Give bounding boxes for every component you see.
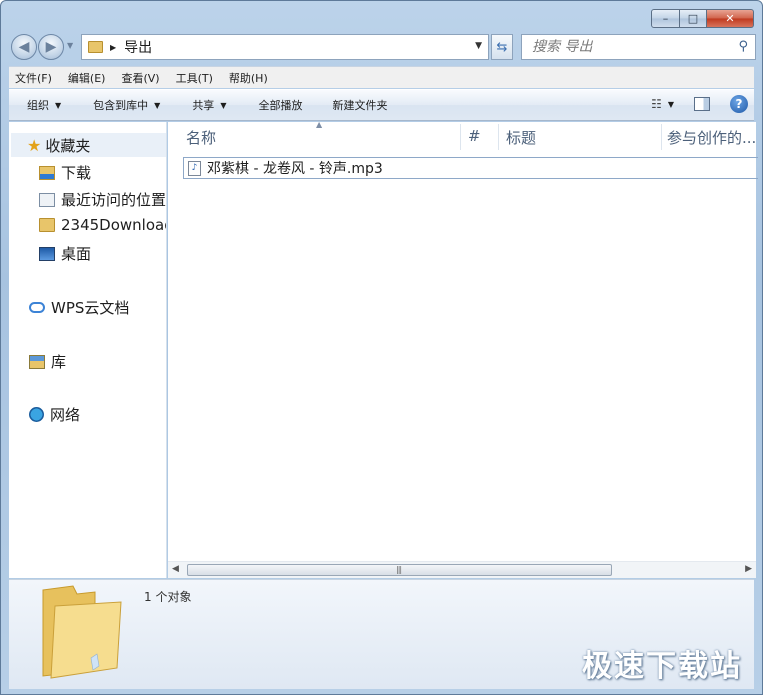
nav-favorites[interactable]: ★ 收藏夹 xyxy=(11,133,166,157)
address-dropdown-icon[interactable]: ▼ xyxy=(475,41,482,51)
network-icon xyxy=(29,407,44,422)
preview-pane-icon[interactable] xyxy=(694,97,710,111)
column-divider[interactable] xyxy=(498,124,499,150)
column-track-number[interactable]: # xyxy=(468,127,481,145)
menu-file[interactable]: 文件(F) xyxy=(15,70,52,86)
nav-wps-cloud[interactable]: WPS云文档 xyxy=(29,297,129,318)
folder-icon xyxy=(39,218,55,232)
nav-wps-label: WPS云文档 xyxy=(51,299,130,317)
library-icon xyxy=(29,354,45,369)
play-all-label: 全部播放 xyxy=(258,99,303,112)
nav-item-downloads[interactable]: 下载 xyxy=(39,162,91,183)
scrollbar-thumb[interactable]: ||| xyxy=(187,564,612,576)
nav-library[interactable]: 库 xyxy=(29,351,66,372)
refresh-button[interactable]: ⇆ xyxy=(491,34,513,60)
breadcrumb-current[interactable]: 导出 xyxy=(124,37,152,57)
nav-item-recent-places[interactable]: 最近访问的位置 xyxy=(39,189,166,210)
back-arrow-icon: ◀ xyxy=(18,39,30,55)
search-box[interactable]: ⚲ xyxy=(521,34,756,60)
large-folder-icon xyxy=(42,585,122,679)
scroll-right-icon[interactable]: ▶ xyxy=(745,564,752,574)
cloud-icon xyxy=(29,302,45,313)
navigation-pane: ★ 收藏夹 下载 最近访问的位置 2345Downloads 桌面 WPS云文档… xyxy=(9,122,167,578)
menu-tools[interactable]: 工具(T) xyxy=(176,70,213,86)
new-folder-button[interactable]: 新建文件夹 xyxy=(332,97,387,113)
column-name[interactable]: 名称 xyxy=(186,127,216,148)
nav-favorites-label: 收藏夹 xyxy=(45,136,91,155)
share-label: 共享 xyxy=(192,99,215,112)
refresh-icon: ⇆ xyxy=(496,39,508,55)
chevron-down-icon: ▼ xyxy=(154,100,161,110)
column-contributing-artists[interactable]: 参与创作的... xyxy=(667,127,756,148)
play-all-button[interactable]: 全部播放 xyxy=(258,97,302,113)
horizontal-scrollbar[interactable]: ◀ ||| ▶ xyxy=(168,561,756,578)
view-dropdown-icon[interactable]: ▼ xyxy=(668,100,674,109)
breadcrumb-arrow-icon[interactable]: ▶ xyxy=(110,43,116,52)
nav-item-label: 桌面 xyxy=(61,245,92,263)
recent-places-icon xyxy=(39,192,55,207)
menu-edit[interactable]: 编辑(E) xyxy=(68,70,106,86)
column-header: ▲ 名称 # 标题 参与创作的... xyxy=(168,120,756,152)
minimize-button[interactable]: – xyxy=(651,9,680,28)
command-bar-right: ☷ ▼ ? xyxy=(651,95,748,113)
maximize-button[interactable]: □ xyxy=(680,9,707,28)
status-item-count: 1 个对象 xyxy=(144,590,192,604)
grip-icon: ||| xyxy=(396,565,402,574)
search-icon[interactable]: ⚲ xyxy=(738,39,748,54)
column-divider[interactable] xyxy=(661,124,662,150)
chevron-down-icon: ▼ xyxy=(55,100,62,110)
nav-item-label: 最近访问的位置 xyxy=(61,191,167,209)
forward-button[interactable]: ▶ xyxy=(38,34,64,60)
audio-file-icon: ♪ xyxy=(188,160,201,176)
downloads-folder-icon xyxy=(39,165,55,180)
nav-item-2345downloads[interactable]: 2345Downloads xyxy=(39,216,166,234)
command-bar: 组织 ▼ 包含到库中 ▼ 共享 ▼ 全部播放 新建文件夹 ☷ ▼ ? xyxy=(9,89,754,121)
explorer-window: – □ ✕ ◀ ▶ ▼ ▶ 导出 ▼ ⇆ ⚲ 文件(F) 编辑(E) 查看(V)… xyxy=(0,0,763,695)
file-list: ▲ 名称 # 标题 参与创作的... ♪ 邓紫棋 - 龙卷风 - 铃声.mp3 … xyxy=(168,120,758,578)
chevron-down-icon: ▼ xyxy=(220,100,227,110)
caption-buttons: – □ ✕ xyxy=(651,9,754,28)
organize-label: 组织 xyxy=(27,99,49,112)
help-icon[interactable]: ? xyxy=(730,95,748,113)
desktop-icon xyxy=(39,246,55,261)
view-options-icon[interactable]: ☷ xyxy=(651,97,662,111)
menu-bar: 文件(F) 编辑(E) 查看(V) 工具(T) 帮助(H) xyxy=(9,66,754,88)
organize-button[interactable]: 组织 ▼ xyxy=(27,97,61,113)
scroll-left-icon[interactable]: ◀ xyxy=(172,564,179,574)
nav-library-label: 库 xyxy=(51,353,67,371)
nav-item-desktop[interactable]: 桌面 xyxy=(39,243,91,264)
file-row[interactable]: ♪ 邓紫棋 - 龙卷风 - 铃声.mp3 xyxy=(183,157,758,179)
share-button[interactable]: 共享 ▼ xyxy=(192,97,226,113)
column-title[interactable]: 标题 xyxy=(506,127,536,148)
nav-network-label: 网络 xyxy=(50,406,81,424)
navigation-row: ◀ ▶ ▼ ▶ 导出 ▼ ⇆ ⚲ xyxy=(9,32,756,62)
nav-network[interactable]: 网络 xyxy=(29,404,80,425)
nav-item-label: 下载 xyxy=(61,164,92,182)
star-icon: ★ xyxy=(27,135,42,155)
folder-icon xyxy=(88,41,103,53)
menu-help[interactable]: 帮助(H) xyxy=(229,70,268,86)
include-in-library-button[interactable]: 包含到库中 ▼ xyxy=(93,97,160,113)
close-button[interactable]: ✕ xyxy=(707,9,754,28)
menu-view[interactable]: 查看(V) xyxy=(121,70,159,86)
details-pane: 1 个对象 极速下载站 xyxy=(9,579,754,689)
watermark-logo: 极速下载站 xyxy=(582,649,742,684)
file-name: 邓紫棋 - 龙卷风 - 铃声.mp3 xyxy=(207,161,383,177)
forward-arrow-icon: ▶ xyxy=(45,39,57,55)
sort-ascending-icon: ▲ xyxy=(316,120,323,129)
address-bar[interactable]: ▶ 导出 ▼ xyxy=(81,34,489,60)
nav-item-label: 2345Downloads xyxy=(61,216,166,234)
include-in-library-label: 包含到库中 xyxy=(93,99,149,112)
column-divider[interactable] xyxy=(460,124,461,150)
search-input[interactable] xyxy=(532,39,722,55)
recent-pages-dropdown-icon[interactable]: ▼ xyxy=(67,41,73,50)
back-button[interactable]: ◀ xyxy=(11,34,37,60)
new-folder-label: 新建文件夹 xyxy=(332,99,388,112)
